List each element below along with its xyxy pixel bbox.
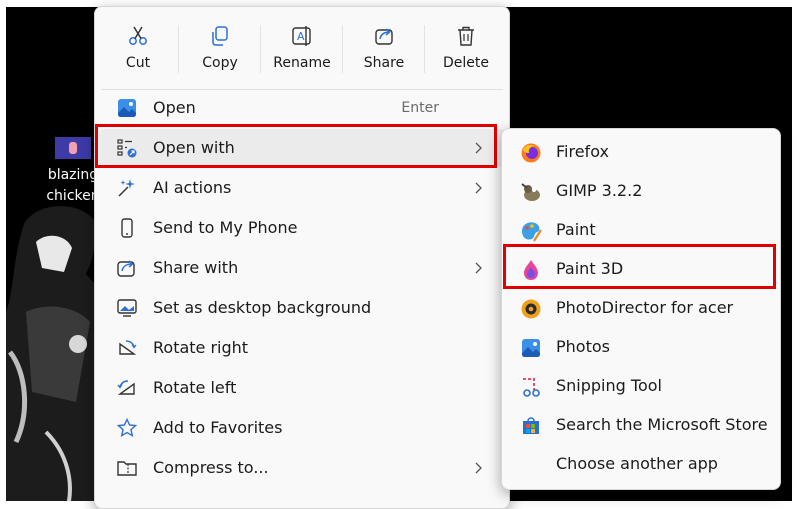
cut-button[interactable]: Cut <box>97 17 179 81</box>
delete-button[interactable]: Delete <box>425 17 507 81</box>
phone-icon <box>121 218 133 238</box>
open-with-icon <box>117 139 137 158</box>
star-icon <box>117 418 137 438</box>
app-item-paint[interactable]: Paint <box>506 212 776 248</box>
svg-text:A: A <box>297 30 305 43</box>
menu-item-rotate-right[interactable]: Rotate right <box>99 329 505 367</box>
menu-item-ai-actions[interactable]: AI actions <box>99 169 505 207</box>
firefox-icon <box>521 143 541 163</box>
app-item-snipping-tool[interactable]: Snipping Tool <box>506 368 776 404</box>
quick-actions-bar: Cut Copy A Rename Share Delete <box>95 7 509 87</box>
trash-icon <box>458 26 474 46</box>
image-icon <box>118 99 136 117</box>
chevron-right-icon <box>475 462 482 474</box>
copy-button[interactable]: Copy <box>179 17 261 81</box>
paint-3d-icon <box>524 260 538 280</box>
menu-item-add-to-favorites[interactable]: Add to Favorites <box>99 409 505 447</box>
share-icon <box>375 28 393 45</box>
zip-folder-icon <box>117 461 137 476</box>
snipping-tool-icon <box>523 378 540 397</box>
menu-item-share-with[interactable]: Share with <box>99 249 505 287</box>
menu-item-send-to-phone[interactable]: Send to My Phone <box>99 209 505 247</box>
rename-button[interactable]: A Rename <box>261 17 343 81</box>
desktop-background-icon <box>117 299 137 317</box>
copy-icon <box>212 26 228 46</box>
scissors-icon <box>129 26 147 45</box>
chevron-right-icon <box>475 182 482 194</box>
app-item-paint-3d[interactable]: Paint 3D <box>506 251 776 287</box>
menu-item-set-desktop-background[interactable]: Set as desktop background <box>99 289 505 327</box>
app-item-firefox[interactable]: Firefox <box>506 134 776 170</box>
image-thumbnail <box>55 137 91 159</box>
rename-icon: A <box>292 26 311 46</box>
photodirector-icon <box>521 299 541 319</box>
wallpaper-character <box>6 206 102 501</box>
gimp-icon <box>521 183 540 201</box>
menu-item-rotate-left[interactable]: Rotate left <box>99 369 505 407</box>
menu-item-compress-to[interactable]: Compress to... <box>99 449 505 487</box>
share-button[interactable]: Share <box>343 17 425 81</box>
share-with-icon <box>117 260 135 277</box>
paint-icon <box>522 222 542 242</box>
open-with-submenu: Firefox GIMP 3.2.2 Paint Paint 3D PhotoD… <box>501 128 781 490</box>
app-item-photos[interactable]: Photos <box>506 329 776 365</box>
app-item-gimp[interactable]: GIMP 3.2.2 <box>506 173 776 209</box>
microsoft-store-icon <box>523 417 539 434</box>
sparkle-icon <box>118 179 135 197</box>
photos-icon <box>522 339 540 357</box>
rotate-right-icon <box>119 340 137 355</box>
app-item-choose-another-app[interactable]: Choose another app <box>506 446 776 482</box>
chevron-right-icon <box>475 262 482 274</box>
chevron-right-icon <box>475 142 482 154</box>
rotate-left-icon <box>117 380 135 395</box>
app-item-microsoft-store[interactable]: Search the Microsoft Store <box>506 407 776 443</box>
app-item-photodirector[interactable]: PhotoDirector for acer <box>506 290 776 326</box>
menu-item-open-with[interactable]: Open with <box>99 129 505 167</box>
context-menu: Cut Copy A Rename Share Delete Open Ente… <box>94 6 510 509</box>
menu-item-open[interactable]: Open Enter <box>99 89 505 127</box>
